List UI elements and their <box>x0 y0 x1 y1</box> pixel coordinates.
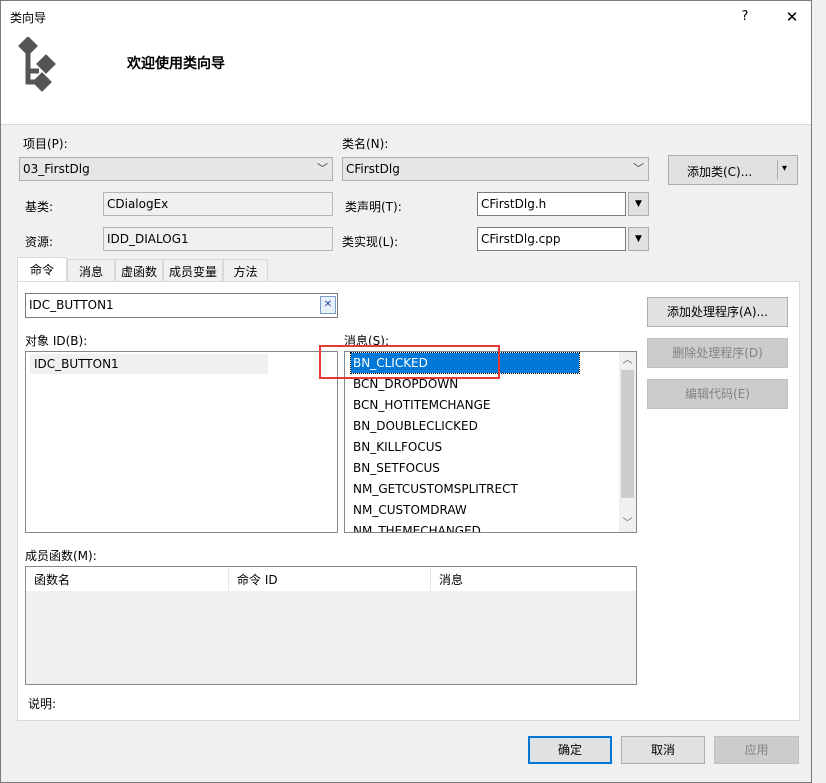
member-functions-label: 成员函数(M): <box>25 549 97 563</box>
add-class-label: 添加类(C)... <box>687 165 753 179</box>
search-value: IDC_BUTTON1 <box>29 298 114 312</box>
message-item[interactable]: NM_CUSTOMDRAW <box>351 500 467 520</box>
class-implementation-field[interactable]: CFirstDlg.cpp <box>477 227 626 251</box>
messages-scrollbar[interactable]: ︿ ﹀ <box>619 352 636 532</box>
project-label: 项目(P): <box>23 137 68 151</box>
resource-label: 资源: <box>25 235 54 249</box>
highlight-annotation <box>319 345 500 379</box>
class-wizard-icon <box>18 37 56 92</box>
base-class-label: 基类: <box>25 200 54 214</box>
object-id-item[interactable]: IDC_BUTTON1 <box>30 354 268 374</box>
column-function-name[interactable]: 函数名 <box>26 567 229 591</box>
class-wizard-dialog: 类向导 ? ✕ 欢迎使用类向导 项目(P): 03_FirstDlg ﹀ 类名(… <box>0 0 812 783</box>
base-class-field: CDialogEx <box>103 192 333 216</box>
class-declaration-label: 类声明(T): <box>345 200 402 214</box>
ok-button[interactable]: 确定 <box>528 736 612 764</box>
window-title: 类向导 <box>10 11 47 25</box>
project-value: 03_FirstDlg <box>23 162 90 176</box>
chevron-down-icon: ﹀ <box>633 162 644 175</box>
title-bar <box>1 1 811 33</box>
triangle-down-icon: ▼ <box>635 199 642 209</box>
grid-header-row: 函数名 命令 ID 消息 <box>26 567 636 591</box>
scroll-down-icon[interactable]: ﹀ <box>619 515 636 532</box>
tab-member-variables[interactable]: 成员变量 <box>163 259 223 281</box>
class-implementation-dropdown[interactable]: ▼ <box>628 227 649 251</box>
object-id-label: 对象 ID(B): <box>25 334 88 348</box>
class-declaration-dropdown[interactable]: ▼ <box>628 192 649 216</box>
edit-code-button[interactable]: 编辑代码(E) <box>647 379 788 409</box>
project-combo[interactable]: 03_FirstDlg ﹀ <box>19 157 333 181</box>
message-item[interactable]: NM_GETCUSTOMSPLITRECT <box>351 479 518 499</box>
help-button[interactable]: ? <box>731 4 759 30</box>
message-item[interactable]: BN_KILLFOCUS <box>351 437 442 457</box>
close-button[interactable]: ✕ <box>777 4 807 30</box>
add-class-dropdown-icon[interactable]: ▾ <box>782 163 787 174</box>
scroll-up-icon[interactable]: ︿ <box>619 352 636 369</box>
resource-field: IDD_DIALOG1 <box>103 227 333 251</box>
message-item[interactable]: NM_THEMECHANGED <box>351 521 481 532</box>
column-command-id[interactable]: 命令 ID <box>229 567 431 591</box>
scrollbar-thumb[interactable] <box>621 370 634 498</box>
class-declaration-field[interactable]: CFirstDlg.h <box>477 192 626 216</box>
member-functions-grid[interactable]: 函数名 命令 ID 消息 <box>25 566 637 685</box>
message-item[interactable]: BCN_HOTITEMCHANGE <box>351 395 490 415</box>
classname-value: CFirstDlg <box>346 162 400 176</box>
tab-messages[interactable]: 消息 <box>67 259 115 281</box>
clear-search-icon[interactable]: ✕ <box>320 296 336 314</box>
add-handler-button[interactable]: 添加处理程序(A)... <box>647 297 788 327</box>
banner-heading: 欢迎使用类向导 <box>127 56 225 72</box>
search-input[interactable]: IDC_BUTTON1 <box>25 293 338 318</box>
class-implementation-label: 类实现(L): <box>342 235 399 249</box>
message-item[interactable]: BN_SETFOCUS <box>351 458 440 478</box>
tab-virtual-functions[interactable]: 虚函数 <box>115 259 163 281</box>
classname-label: 类名(N): <box>342 137 389 151</box>
cancel-button[interactable]: 取消 <box>621 736 705 764</box>
column-message[interactable]: 消息 <box>431 567 636 591</box>
apply-button[interactable]: 应用 <box>714 736 799 764</box>
add-class-button[interactable]: 添加类(C)... ▾ <box>668 155 798 185</box>
delete-handler-button[interactable]: 删除处理程序(D) <box>647 338 788 368</box>
chevron-down-icon: ﹀ <box>317 162 328 175</box>
tab-commands[interactable]: 命令 <box>17 257 67 281</box>
split-divider <box>777 160 778 180</box>
triangle-down-icon: ▼ <box>635 234 642 244</box>
description-label: 说明: <box>28 697 57 711</box>
message-item[interactable]: BN_DOUBLECLICKED <box>351 416 478 436</box>
welcome-banner <box>1 33 811 125</box>
classname-combo[interactable]: CFirstDlg ﹀ <box>342 157 649 181</box>
tab-methods[interactable]: 方法 <box>223 259 268 281</box>
object-id-list[interactable]: IDC_BUTTON1 <box>25 351 338 533</box>
